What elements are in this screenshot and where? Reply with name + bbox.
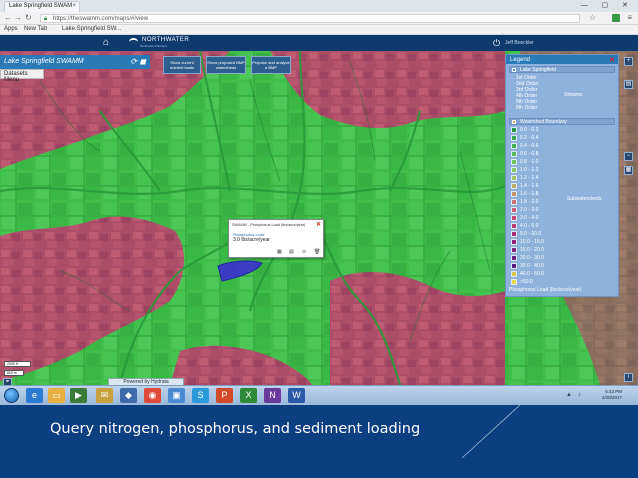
presentation-slide: Lake Springfield SWAM × — ▢ ✕ ← → ↻ 🔒︎ h…: [0, 0, 638, 478]
slide-caption: Query nitrogen, phosphorus, and sediment…: [50, 421, 421, 437]
decorative-line: [461, 404, 521, 459]
